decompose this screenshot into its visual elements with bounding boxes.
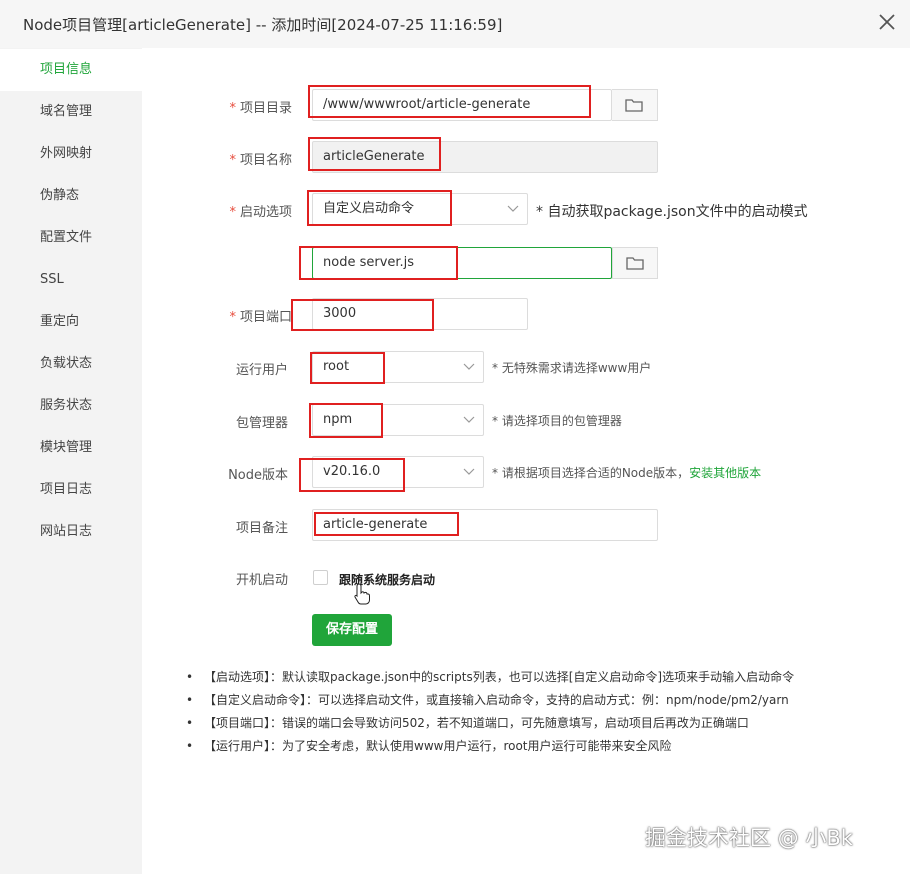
project-name-label: * 项目名称	[229, 153, 292, 168]
chevron-down-icon	[507, 205, 519, 212]
sidebar-item-ssl[interactable]: SSL	[0, 259, 142, 301]
install-other-versions-link[interactable]: 安装其他版本	[689, 466, 761, 480]
note-item: 【启动选项】：默认读取package.json中的scripts列表，也可以选择…	[186, 666, 794, 689]
sidebar-item-service-status[interactable]: 服务状态	[0, 385, 142, 427]
project-dir-label: * 项目目录	[229, 101, 292, 116]
note-item: 【项目端口】：错误的端口会导致访问502，若不知道端口，可先随意填写，启动项目后…	[186, 712, 794, 735]
hand-cursor-icon	[354, 583, 370, 605]
sidebar-item-domain[interactable]: 域名管理	[0, 91, 142, 133]
chevron-down-icon	[463, 363, 475, 370]
run-user-hint: * 无特殊需求请选择www用户	[492, 361, 652, 375]
start-option-label: * 启动选项	[229, 205, 292, 220]
node-version-hint: * 请根据项目选择合适的Node版本，安装其他版本	[492, 466, 762, 480]
dialog-title: Node项目管理[articleGenerate] -- 添加时间[2024-0…	[23, 16, 503, 34]
project-note-input[interactable]: article-generate	[312, 509, 658, 541]
close-icon[interactable]	[876, 11, 898, 33]
sidebar-item-modules[interactable]: 模块管理	[0, 427, 142, 469]
dialog-header: Node项目管理[articleGenerate] -- 添加时间[2024-0…	[0, 0, 910, 49]
folder-icon	[626, 257, 644, 270]
package-manager-value: npm	[323, 412, 353, 427]
help-notes: 【启动选项】：默认读取package.json中的scripts列表，也可以选择…	[186, 666, 794, 758]
folder-icon	[625, 99, 643, 112]
sidebar-item-load-status[interactable]: 负载状态	[0, 343, 142, 385]
sidebar-item-config-file[interactable]: 配置文件	[0, 217, 142, 259]
start-option-value: 自定义启动命令	[323, 201, 415, 216]
sidebar-item-rewrite[interactable]: 伪静态	[0, 175, 142, 217]
package-manager-label: 包管理器	[235, 416, 288, 431]
start-option-select[interactable]: 自定义启动命令	[312, 193, 528, 225]
project-dir-input[interactable]: /www/wwwroot/article-generate	[312, 89, 612, 121]
note-item: 【运行用户】：为了安全考虑，默认使用www用户运行，root用户运行可能带来安全…	[186, 735, 794, 758]
project-port-label: * 项目端口	[229, 310, 292, 325]
sidebar: 项目信息 域名管理 外网映射 伪静态 配置文件 SSL 重定向 负载状态 服务状…	[0, 48, 142, 874]
run-user-label: 运行用户	[235, 363, 288, 378]
sidebar-item-external-mapping[interactable]: 外网映射	[0, 133, 142, 175]
run-user-select[interactable]: root	[312, 351, 484, 383]
sidebar-item-redirect[interactable]: 重定向	[0, 301, 142, 343]
project-name-input: articleGenerate	[312, 141, 658, 173]
note-item: 【自定义启动命令】：可以选择启动文件，或直接输入启动命令，支持的启动方式：例：n…	[186, 689, 794, 712]
autostart-checkbox[interactable]	[313, 570, 328, 585]
node-version-value: v20.16.0	[323, 464, 381, 479]
watermark: 掘金技术社区 @ 小Bk	[645, 826, 853, 850]
sidebar-item-project-log[interactable]: 项目日志	[0, 469, 142, 511]
chevron-down-icon	[463, 416, 475, 423]
start-command-browse-button[interactable]	[612, 247, 658, 279]
form-panel: * 项目目录 /www/wwwroot/article-generate * 项目名…	[142, 48, 910, 874]
package-manager-select[interactable]: npm	[312, 404, 484, 436]
sidebar-item-site-log[interactable]: 网站日志	[0, 511, 142, 553]
sidebar-item-project-info[interactable]: 项目信息	[0, 49, 142, 91]
autostart-label: 开机启动	[235, 573, 288, 588]
package-manager-hint: * 请选择项目的包管理器	[492, 414, 622, 428]
node-version-select[interactable]: v20.16.0	[312, 456, 484, 488]
save-config-button[interactable]: 保存配置	[312, 614, 392, 646]
chevron-down-icon	[463, 468, 475, 475]
project-port-input[interactable]: 3000	[312, 298, 528, 330]
start-command-input[interactable]: node server.js	[312, 247, 612, 279]
node-version-label: Node版本	[228, 468, 288, 483]
start-option-hint: * 自动获取package.json文件中的启动模式	[536, 204, 808, 220]
run-user-value: root	[323, 359, 350, 374]
project-dir-browse-button[interactable]	[612, 89, 658, 121]
project-note-label: 项目备注	[235, 521, 288, 536]
